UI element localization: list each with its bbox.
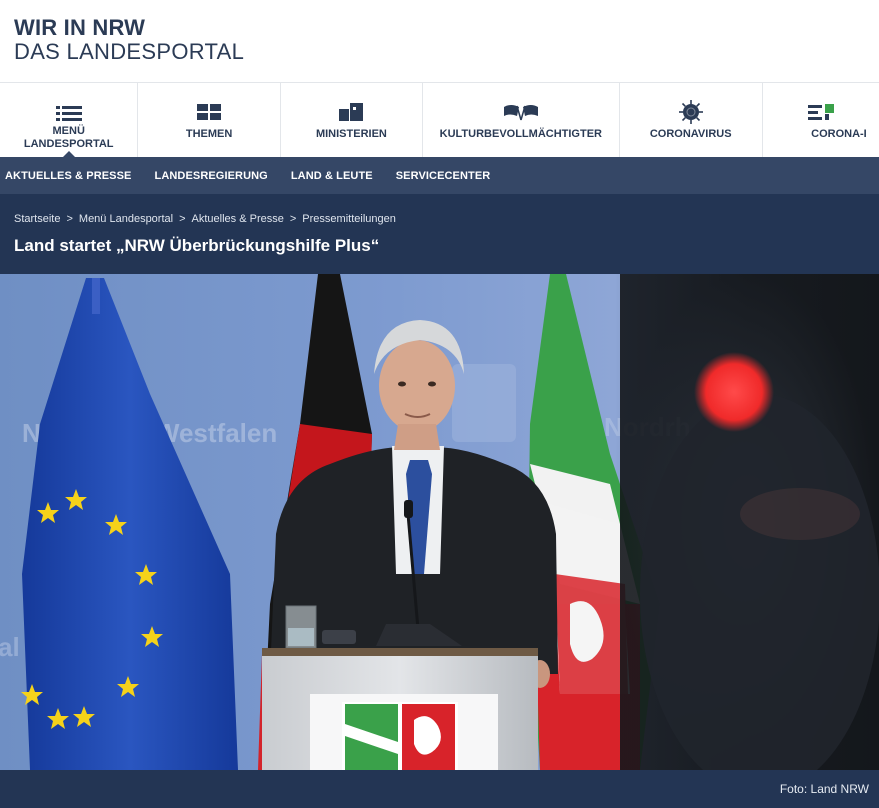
site-logo[interactable]: WIR IN NRW DAS LANDESPORTAL (14, 16, 244, 64)
nav-tab-menu-landesportal[interactable]: MENÜ LANDESPORTAL (0, 83, 139, 157)
water-glass (285, 605, 317, 649)
virus-icon (678, 100, 703, 124)
nav-tab-label: CORONAVIRUS (649, 128, 732, 140)
building-icon (339, 101, 364, 123)
subnav-land-leute[interactable]: LAND & LEUTE (291, 170, 373, 182)
photo-credit: Foto: Land NRW (779, 782, 869, 796)
nav-tab-label: LANDESPORTAL (23, 138, 114, 150)
nrw-coat-of-arms (342, 702, 458, 770)
nav-tab-corona-info[interactable]: CORONA-I (763, 83, 879, 157)
title-band: Startseite > Menü Landesportal > Aktuell… (0, 194, 879, 274)
sub-navigation: AKTUELLES & PRESSE LANDESREGIERUNG LAND … (0, 157, 879, 194)
icon-navigation: MENÜ LANDESPORTAL THEMEN MINISTERIEN KUL… (0, 83, 879, 157)
breadcrumb-item-menu-landesportal[interactable]: Menü Landesportal (79, 213, 173, 225)
nav-tab-label: KULTURBEVOLLMÄCHTIGTER (439, 128, 602, 140)
nav-tab-themen[interactable]: THEMEN (138, 83, 281, 157)
logo-line-2: DAS LANDESPORTAL (14, 39, 245, 64)
nav-tab-label: THEMEN (185, 128, 233, 140)
menu-list-icon (55, 103, 82, 125)
breadcrumb: Startseite > Menü Landesportal > Aktuell… (14, 213, 396, 225)
nav-tab-kulturbevollmaechtigter[interactable]: KULTURBEVOLLMÄCHTIGTER (423, 83, 620, 157)
corona-info-icon (807, 101, 834, 123)
backdrop-crest (452, 364, 516, 442)
site-header: WIR IN NRW DAS LANDESPORTAL (0, 0, 879, 83)
page-title: Land startet „NRW Überbrückungshilfe Plu… (14, 236, 380, 255)
subnav-aktuelles-presse[interactable]: AKTUELLES & PRESSE (5, 170, 132, 182)
nav-tab-label: MINISTERIEN (315, 128, 387, 140)
backdrop-text-far-left: al (0, 632, 20, 662)
breadcrumb-separator: > (179, 213, 186, 225)
grid-icon (197, 101, 222, 123)
photo-caption-bar: Foto: Land NRW (0, 770, 879, 808)
flags-icon (503, 101, 539, 123)
nav-tab-label: CORONA-I (811, 128, 867, 140)
nav-tab-ministerien[interactable]: MINISTERIEN (281, 83, 424, 157)
blurred-camera (620, 274, 879, 770)
logo-line-1: WIR IN NRW (14, 15, 146, 40)
breadcrumb-separator: > (66, 213, 73, 225)
subnav-servicecenter[interactable]: SERVICECENTER (396, 170, 491, 182)
nav-tab-label-top: MENÜ (52, 125, 85, 137)
breadcrumb-item-aktuelles-presse[interactable]: Aktuelles & Presse (192, 213, 284, 225)
nav-tab-coronavirus[interactable]: CORONAVIRUS (620, 83, 763, 157)
breadcrumb-separator: > (289, 213, 297, 225)
hero-photo: Nordrhein-Westfalen Nordrh al (0, 274, 879, 770)
breadcrumb-item-pressemitteilungen[interactable]: Pressemitteilungen (302, 213, 396, 225)
breadcrumb-item-startseite[interactable]: Startseite (14, 213, 60, 225)
press-conference-photo: Nordrhein-Westfalen Nordrh al (0, 274, 879, 770)
subnav-landesregierung[interactable]: LANDESREGIERUNG (155, 170, 268, 182)
podium (262, 648, 538, 770)
